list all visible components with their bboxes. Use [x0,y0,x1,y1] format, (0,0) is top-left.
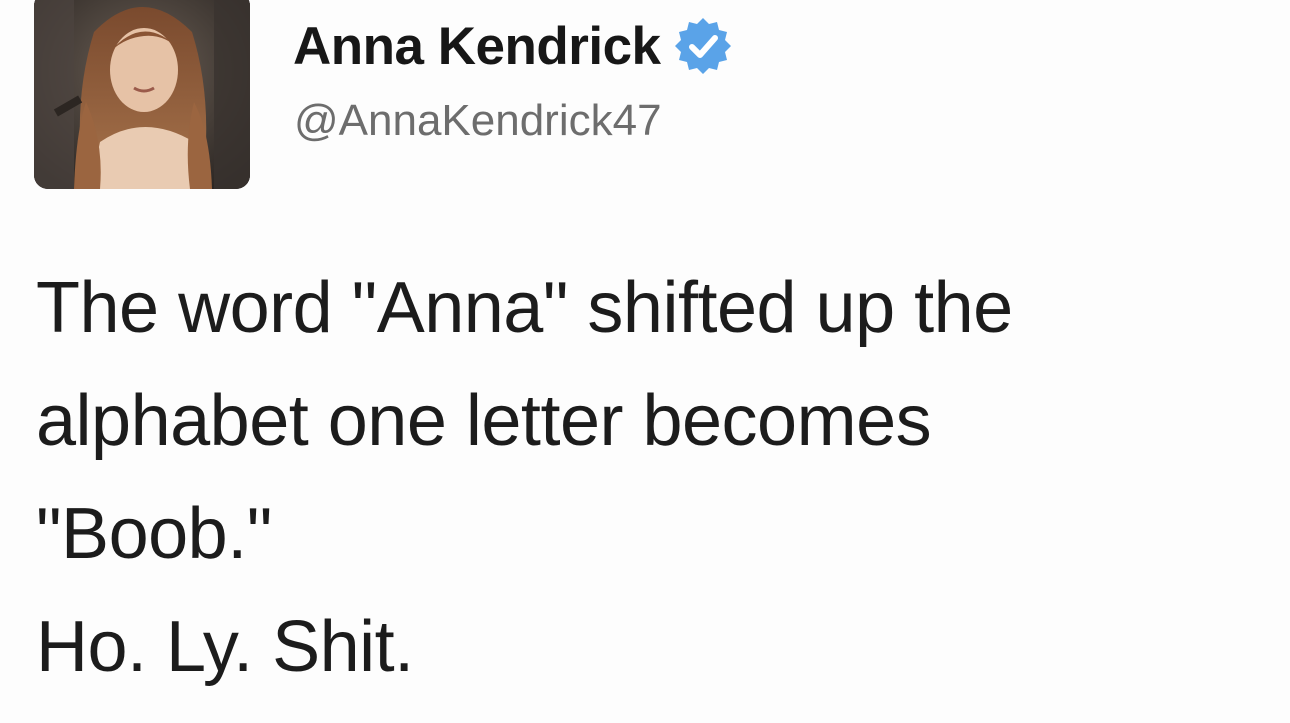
tweet-body: The word "Anna" shifted up the alphabet … [36,252,1276,704]
tweet-text-line: Ho. Ly. Shit. [36,607,414,687]
verified-badge-icon [673,16,733,76]
tweet-text-line: alphabet one letter becomes [36,381,932,461]
avatar[interactable] [34,0,250,189]
tweet-card: Anna Kendrick @AnnaKendrick47 The word "… [0,0,1290,723]
tweet-text-line: "Boob." [36,494,272,574]
author-handle[interactable]: @AnnaKendrick47 [294,96,662,146]
display-name[interactable]: Anna Kendrick [293,16,661,77]
tweet-text-line: The word "Anna" shifted up the [36,268,1013,348]
author-row: Anna Kendrick [293,14,733,78]
profile-photo [34,0,250,189]
